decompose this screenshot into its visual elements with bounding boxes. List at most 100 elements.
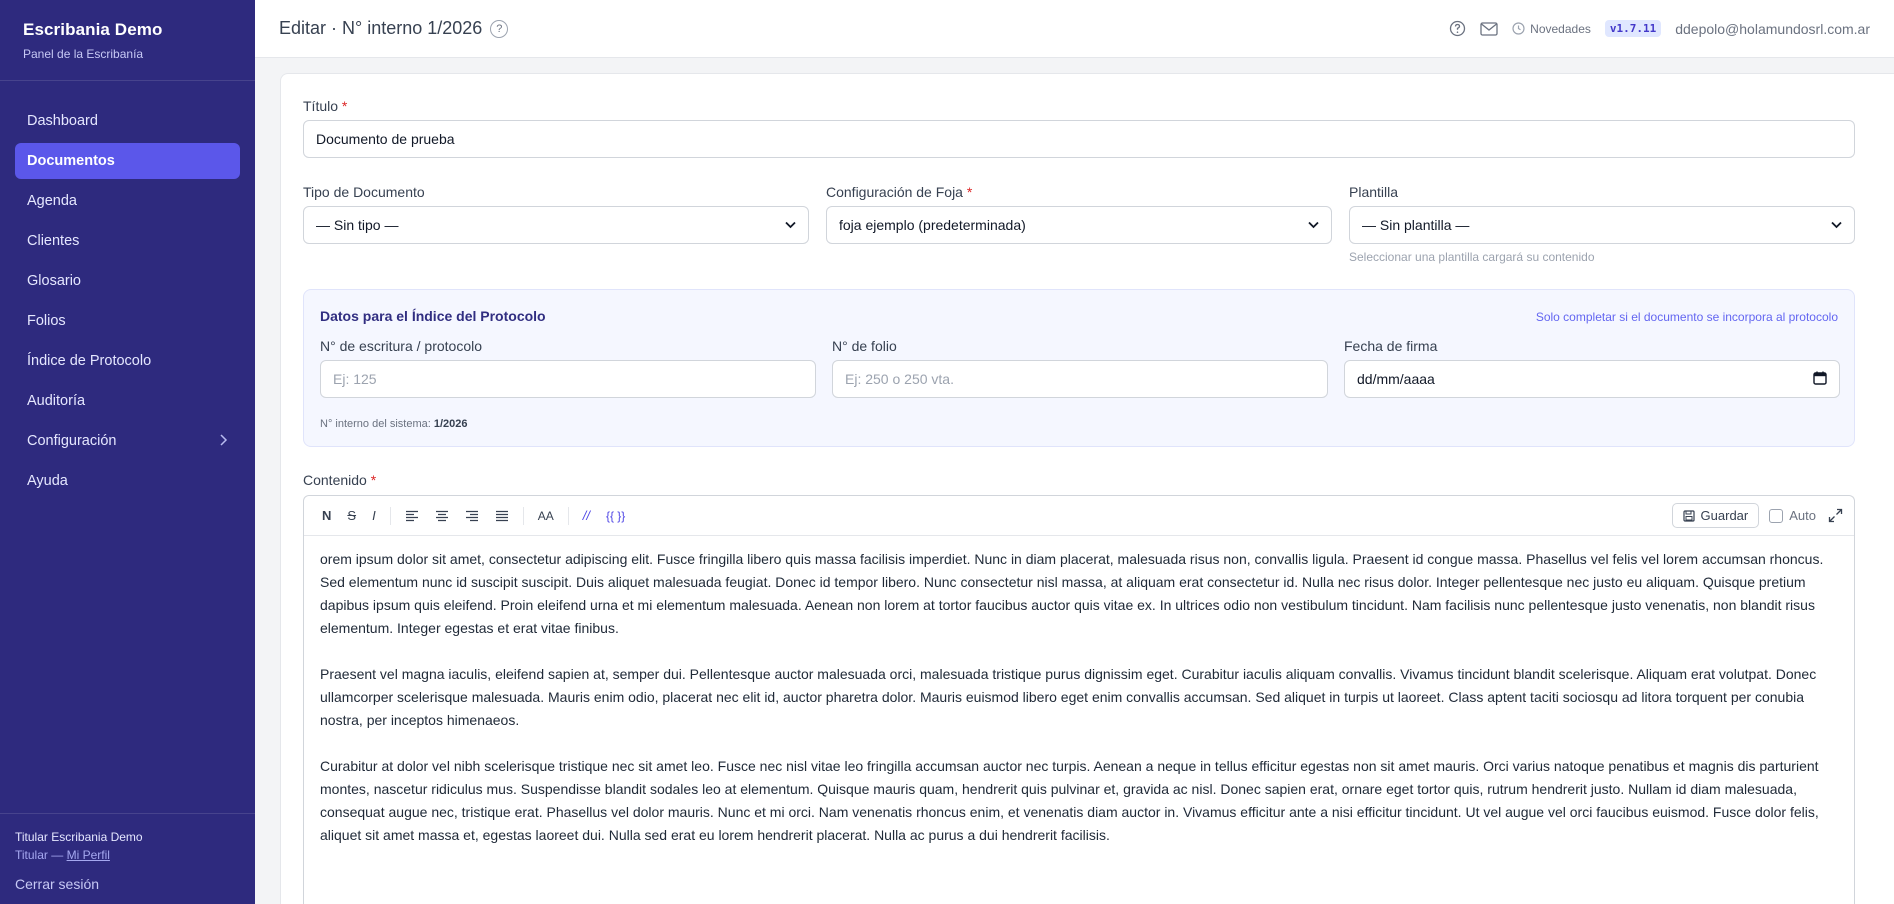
variables-button[interactable]: {{ }} bbox=[598, 503, 633, 529]
mail-icon[interactable] bbox=[1480, 20, 1498, 38]
autosave-label: Auto bbox=[1789, 508, 1816, 523]
toolbar-divider bbox=[567, 506, 569, 525]
deed-number-label: N° de escritura / protocolo bbox=[320, 338, 483, 354]
sidebar-item-label: Glosario bbox=[27, 273, 81, 289]
protocol-index-note: Solo completar si el documento se incorp… bbox=[1535, 310, 1838, 324]
brand: Escribania Demo Panel de la Escribanía bbox=[0, 0, 255, 81]
protocol-index-title: Datos para el Índice del Protocolo bbox=[320, 308, 546, 324]
signature-date-label: Fecha de firma bbox=[1344, 338, 1438, 354]
logout-link[interactable]: Cerrar sesión bbox=[15, 876, 240, 892]
expand-icon[interactable] bbox=[1826, 507, 1844, 525]
sidebar-item-label: Agenda bbox=[27, 193, 77, 209]
foja-label-text: Configuración de Foja bbox=[826, 184, 963, 200]
page-title: Editar · N° interno 1/2026 ? bbox=[279, 18, 509, 39]
foja-select[interactable]: foja ejemplo (predeterminada) bbox=[826, 206, 1332, 244]
template-hint: Seleccionar una plantilla cargará su con… bbox=[1349, 250, 1595, 264]
doc-type-value: — Sin tipo — bbox=[316, 217, 399, 233]
version-badge: v1.7.11 bbox=[1604, 20, 1662, 37]
save-button-label: Guardar bbox=[1700, 508, 1749, 523]
case-button[interactable]: AA bbox=[530, 503, 562, 529]
protocol-index-panel: Datos para el Índice del Protocolo Solo … bbox=[303, 289, 1855, 447]
title-label: Título * bbox=[303, 98, 1855, 114]
sidebar-item-configuracion[interactable]: Configuración bbox=[15, 423, 240, 459]
signature-date-input[interactable]: dd/mm/aaaa bbox=[1344, 360, 1840, 398]
content-paragraph: Curabitur at dolor vel nibh scelerisque … bbox=[320, 758, 1819, 843]
sidebar-item-ayuda[interactable]: Ayuda bbox=[15, 463, 240, 499]
title-input[interactable]: Documento de prueba bbox=[303, 120, 1855, 158]
toolbar-divider bbox=[389, 506, 391, 525]
folio-number-input[interactable]: Ej: 250 o 250 vta. bbox=[832, 360, 1328, 398]
editor-content[interactable]: orem ipsum dolor sit amet, consectetur a… bbox=[304, 536, 1854, 882]
user-role: Titular — Mi Perfil bbox=[15, 848, 240, 862]
italic-button[interactable]: I bbox=[364, 503, 384, 529]
user-email[interactable]: ddepolo@holamundosrl.com.ar bbox=[1675, 21, 1870, 37]
align-center-button[interactable] bbox=[427, 503, 457, 529]
brand-subtitle: Panel de la Escribanía bbox=[23, 47, 144, 61]
topbar: Editar · N° interno 1/2026 ? Novedades v… bbox=[255, 0, 1894, 58]
folio-number-field: N° de folio Ej: 250 o 250 vta. bbox=[832, 338, 1328, 398]
doc-type-select[interactable]: — Sin tipo — bbox=[303, 206, 809, 244]
sidebar-item-dashboard[interactable]: Dashboard bbox=[15, 103, 240, 139]
sidebar-nav: Dashboard Documentos Agenda Clientes Glo… bbox=[0, 81, 255, 499]
required-mark: * bbox=[966, 184, 973, 200]
required-mark: * bbox=[370, 472, 377, 488]
foja-value: foja ejemplo (predeterminada) bbox=[839, 217, 1026, 233]
internal-number: N° interno del sistema: 1/2026 bbox=[320, 418, 468, 430]
signature-date-field: Fecha de firma dd/mm/aaaa bbox=[1344, 338, 1840, 398]
sidebar-item-indice-protocolo[interactable]: Índice de Protocolo bbox=[15, 343, 240, 379]
sidebar-item-label: Dashboard bbox=[27, 113, 98, 129]
toolbar-divider bbox=[522, 506, 524, 525]
content-editor: N S I AA // {{ }} Guardar Auto orem ipsu… bbox=[303, 495, 1855, 904]
content-label: Contenido * bbox=[303, 472, 376, 488]
folio-number-placeholder: Ej: 250 o 250 vta. bbox=[845, 371, 954, 387]
save-button[interactable]: Guardar bbox=[1671, 503, 1760, 528]
chevron-right-icon bbox=[218, 433, 228, 449]
sidebar-item-glosario[interactable]: Glosario bbox=[15, 263, 240, 299]
comment-button[interactable]: // bbox=[575, 503, 598, 529]
chevron-down-icon bbox=[1831, 218, 1842, 232]
align-center-icon bbox=[435, 510, 448, 521]
chevron-down-icon bbox=[1308, 218, 1319, 232]
calendar-icon[interactable] bbox=[1813, 371, 1827, 388]
align-left-button[interactable] bbox=[397, 503, 427, 529]
sidebar-item-label: Configuración bbox=[27, 433, 117, 449]
sidebar-item-documentos[interactable]: Documentos bbox=[15, 143, 240, 179]
news-link[interactable]: Novedades bbox=[1512, 22, 1591, 36]
sidebar-item-label: Clientes bbox=[27, 233, 80, 249]
autosave-toggle[interactable]: Auto bbox=[1769, 508, 1816, 523]
sidebar-item-auditoria[interactable]: Auditoría bbox=[15, 383, 240, 419]
toolbar-right: Guardar Auto bbox=[1671, 503, 1844, 528]
align-right-icon bbox=[465, 510, 478, 521]
sidebar-item-label: Índice de Protocolo bbox=[27, 353, 152, 369]
doc-type-label: Tipo de Documento bbox=[303, 184, 425, 200]
profile-link[interactable]: Mi Perfil bbox=[67, 848, 110, 862]
autosave-checkbox[interactable] bbox=[1769, 508, 1784, 523]
title-input-value: Documento de prueba bbox=[316, 131, 455, 147]
brand-title: Escribania Demo bbox=[23, 20, 163, 39]
sidebar-item-label: Ayuda bbox=[27, 473, 68, 489]
align-right-button[interactable] bbox=[457, 503, 487, 529]
folio-number-label: N° de folio bbox=[832, 338, 897, 354]
document-form: Título * Documento de prueba Tipo de Doc… bbox=[280, 73, 1894, 904]
deed-number-field: N° de escritura / protocolo Ej: 125 bbox=[320, 338, 816, 398]
user-name: Titular Escribania Demo bbox=[15, 830, 143, 844]
align-justify-button[interactable] bbox=[487, 503, 517, 529]
clock-icon bbox=[1512, 22, 1525, 35]
sidebar-item-agenda[interactable]: Agenda bbox=[15, 183, 240, 219]
align-left-icon bbox=[405, 510, 418, 521]
deed-number-input[interactable]: Ej: 125 bbox=[320, 360, 816, 398]
template-select[interactable]: — Sin plantilla — bbox=[1349, 206, 1855, 244]
question-circle-icon[interactable] bbox=[1448, 20, 1466, 38]
sidebar-item-clientes[interactable]: Clientes bbox=[15, 223, 240, 259]
sidebar-item-folios[interactable]: Folios bbox=[15, 303, 240, 339]
underline-button[interactable]: S bbox=[339, 503, 364, 529]
foja-label: Configuración de Foja * bbox=[826, 184, 1332, 200]
help-icon[interactable]: ? bbox=[490, 19, 509, 38]
editor-toolbar: N S I AA // {{ }} Guardar Auto bbox=[304, 496, 1854, 536]
chevron-down-icon bbox=[785, 218, 796, 232]
bold-button[interactable]: N bbox=[314, 503, 339, 529]
internal-number-label: N° interno del sistema: bbox=[320, 418, 431, 430]
content-paragraph: Praesent vel magna iaculis, eleifend sap… bbox=[320, 666, 1817, 728]
sidebar-item-label: Auditoría bbox=[27, 393, 86, 409]
template-value: — Sin plantilla — bbox=[1362, 217, 1470, 233]
